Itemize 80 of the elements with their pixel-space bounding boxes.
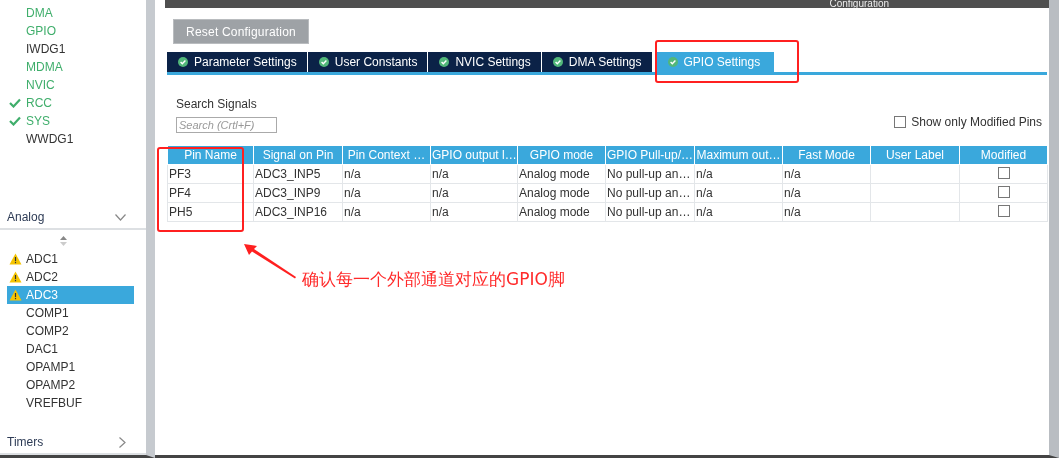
table-cell: n/a (342, 202, 431, 222)
sidebar-item[interactable]: ADC2 (7, 268, 134, 286)
sidebar-item[interactable]: OPAMP1 (7, 358, 134, 376)
table-cell: n/a (782, 164, 871, 184)
checkbox-label: Show only Modified Pins (911, 115, 1042, 129)
warning-icon (9, 253, 22, 265)
check-circle-icon (552, 57, 563, 67)
sidebar-item[interactable]: ADC1 (7, 250, 134, 268)
table-cell: Analog mode (517, 202, 606, 222)
check-circle-icon (439, 57, 450, 67)
checkbox[interactable] (997, 166, 1010, 179)
sidebar-item[interactable]: COMP1 (7, 304, 134, 322)
table-cell: PF4 (167, 183, 254, 203)
table-cell: ADC3_INP9 (253, 183, 343, 203)
sidebar-item[interactable]: NVIC (7, 76, 134, 94)
column-header[interactable]: Signal on Pin (253, 145, 343, 165)
sidebar-item[interactable]: IWDG1 (7, 40, 134, 58)
sidebar-item[interactable]: DMA (7, 4, 134, 22)
table-cell: PH5 (167, 202, 254, 222)
check-icon (9, 98, 21, 108)
sidebar-item[interactable]: RCC (7, 94, 134, 112)
checkbox[interactable] (894, 116, 907, 128)
table-cell: No pull-up an… (605, 164, 695, 184)
column-header[interactable]: Maximum out… (694, 145, 783, 165)
table-cell: PF3 (167, 164, 254, 184)
chevron-right-icon (119, 436, 126, 448)
sidebar-item[interactable]: GPIO (7, 22, 134, 40)
sidebar-item[interactable]: MDMA (7, 58, 134, 76)
table-cell: No pull-up an… (605, 183, 695, 203)
table-cell: Analog mode (517, 183, 606, 203)
tab[interactable]: DMA Settings (541, 52, 653, 72)
tab[interactable]: NVIC Settings (428, 52, 542, 72)
warning-icon (9, 289, 22, 301)
sidebar-item[interactable]: ADC3 (7, 286, 134, 304)
column-header[interactable]: Modified (959, 145, 1048, 165)
sidebar-item[interactable]: SYS (7, 112, 134, 130)
table-cell: n/a (430, 202, 518, 222)
table-cell: n/a (782, 202, 871, 222)
column-header[interactable]: GPIO output l… (430, 145, 518, 165)
search-label: Search Signals (176, 97, 258, 111)
sort-icon[interactable] (59, 236, 67, 246)
table-cell: Analog mode (517, 164, 606, 184)
table-cell: n/a (430, 183, 518, 203)
chevron-down-icon (115, 213, 126, 221)
sidebar-item[interactable]: COMP2 (7, 322, 134, 340)
check-circle-icon (667, 57, 678, 67)
category-header[interactable]: Timers (0, 431, 146, 455)
table-cell: ADC3_INP16 (253, 202, 343, 222)
table-cell: n/a (694, 183, 783, 203)
column-header[interactable]: GPIO mode (517, 145, 606, 165)
column-header[interactable]: User Label (870, 145, 960, 165)
table-cell: n/a (782, 183, 871, 203)
table-cell: n/a (694, 164, 783, 184)
check-icon (9, 116, 21, 126)
arrow-icon (243, 243, 297, 279)
checkbox[interactable] (997, 185, 1010, 198)
search-field[interactable]: Search (Crtl+F) (176, 117, 277, 133)
column-header[interactable]: Fast Mode (782, 145, 871, 165)
column-header[interactable]: Pin Context … (342, 145, 431, 165)
annotation-text: 确认每一个外部通道对应的GPIO脚 (302, 268, 565, 291)
reset-configuration-button[interactable]: Reset Configuration (173, 19, 309, 44)
warning-icon (9, 271, 22, 283)
sidebar-item[interactable]: DAC1 (7, 340, 134, 358)
tab[interactable]: Parameter Settings (167, 52, 308, 72)
table-cell: n/a (342, 164, 431, 184)
category-header[interactable]: Analog (0, 206, 146, 230)
check-circle-icon (178, 57, 188, 67)
tab[interactable]: GPIO Settings (656, 52, 776, 72)
table-cell: n/a (430, 164, 518, 184)
tab[interactable]: User Constants (307, 52, 429, 72)
table-cell: ADC3_INP5 (253, 164, 343, 184)
column-header[interactable]: GPIO Pull-up/… (605, 145, 695, 165)
sidebar-item[interactable]: OPAMP2 (7, 376, 134, 394)
table-cell: No pull-up an… (605, 202, 695, 222)
sidebar-item[interactable]: WWDG1 (7, 130, 134, 148)
check-circle-icon (318, 57, 329, 67)
table-cell: n/a (694, 202, 783, 222)
table-cell: n/a (342, 183, 431, 203)
sidebar-item[interactable]: VREFBUF (7, 394, 134, 412)
checkbox[interactable] (997, 204, 1010, 217)
